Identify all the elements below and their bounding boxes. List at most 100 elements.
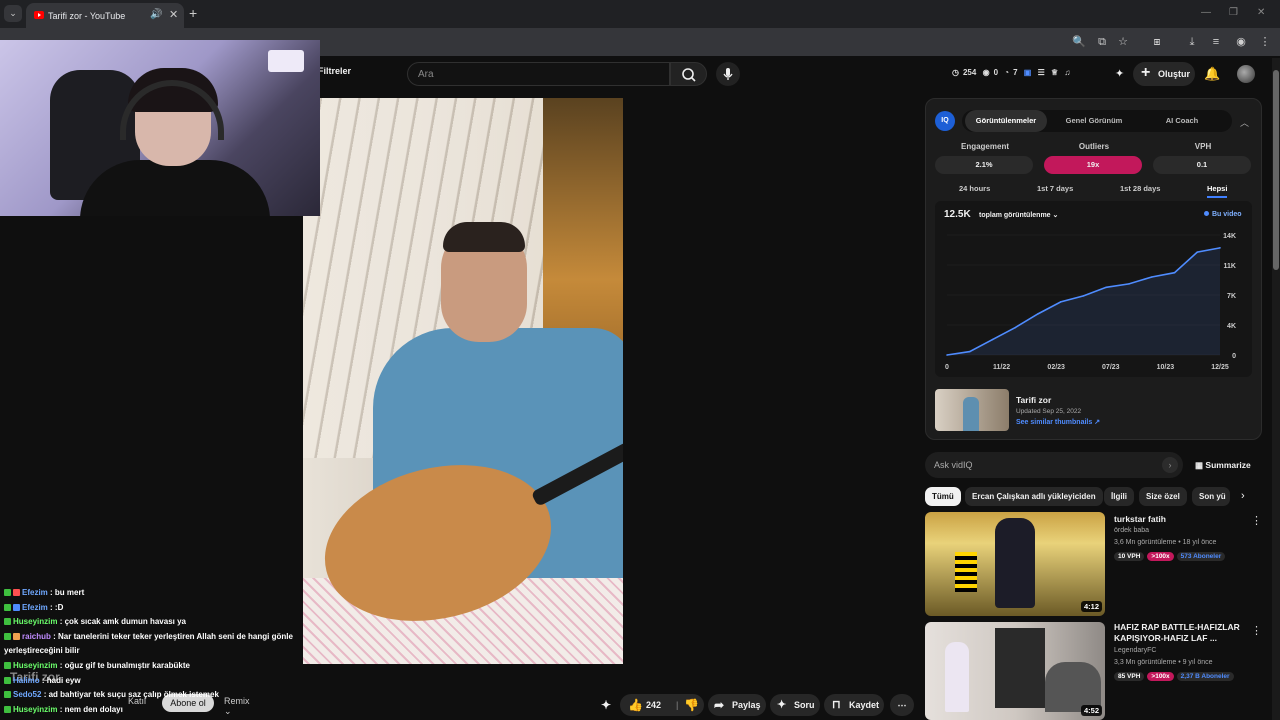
legend-label: Bu video: [1212, 211, 1242, 218]
chevron-right-icon[interactable]: ›: [1241, 490, 1245, 502]
chart-point: [1219, 247, 1221, 249]
plus-icon: +: [1141, 64, 1151, 81]
recommendation-channel[interactable]: LegendaryFC: [1114, 647, 1156, 654]
tab-overview[interactable]: Genel Görünüm: [1054, 110, 1134, 132]
range-all[interactable]: Hepsi: [1207, 184, 1228, 198]
vidiq-header-stats: ◷ 254 ◉ 0 ◔ 7 ▣ ☰ ♕ ♫: [952, 68, 1074, 77]
vidiq-badge-icon[interactable]: ▣: [1024, 68, 1032, 77]
new-tab-button[interactable]: +: [189, 5, 197, 21]
summarize-label: Summarize: [1205, 460, 1251, 470]
ask-vidiq-input[interactable]: Ask vidIQ ›: [925, 452, 1183, 478]
similar-thumbnails-link[interactable]: See similar thumbnails ↗: [1016, 418, 1100, 426]
speaker-icon[interactable]: 🔊: [150, 9, 162, 20]
chip-from-uploader[interactable]: Ercan Çalışkan adlı yükleyiciden: [965, 487, 1103, 506]
zoom-icon[interactable]: 🔍: [1071, 34, 1087, 50]
account-avatar[interactable]: [1237, 65, 1255, 83]
dislike-icon[interactable]: 👎: [684, 694, 699, 716]
recommendation-badges: 85 VPH >100x 2,37 B Aboneler: [1114, 672, 1237, 681]
range-24h[interactable]: 24 hours: [959, 184, 990, 193]
tab-views[interactable]: Görüntülenmeler: [965, 110, 1047, 132]
browser-menu-icon[interactable]: ⋮: [1257, 34, 1273, 50]
ask-label: Soru: [794, 700, 815, 710]
vidiq-extension-icon[interactable]: ✦: [1115, 67, 1124, 80]
trophy-icon[interactable]: ♕: [1051, 68, 1058, 77]
tab-search-button[interactable]: ⌄: [4, 5, 22, 22]
more-vert-icon[interactable]: ⋮: [1251, 624, 1262, 637]
recommendation-thumbnail[interactable]: 4:52: [925, 622, 1105, 720]
chip-for-you[interactable]: Size özel: [1139, 487, 1187, 506]
outlier-badge: >100x: [1147, 552, 1174, 561]
tab-title: Tarifi zor - YouTube: [48, 11, 126, 21]
chat-username: Efezim: [22, 588, 48, 597]
recommendation-title[interactable]: turkstar fatih: [1114, 514, 1254, 525]
chat-username: Efezim: [22, 602, 48, 612]
chip-related[interactable]: İlgili: [1104, 487, 1134, 506]
window-close-button[interactable]: ✕: [1257, 7, 1265, 18]
video-player[interactable]: [303, 98, 623, 664]
ask-button[interactable]: ✦ Soru: [770, 694, 820, 716]
chip-recent[interactable]: Son yü: [1192, 487, 1230, 506]
vidiq-tabs: Görüntülenmeler Genel Görünüm AI Coach: [962, 110, 1232, 132]
notification-small-icon[interactable]: ♫: [1064, 68, 1070, 77]
save-button[interactable]: ⊓ Kaydet: [824, 694, 884, 716]
more-vert-icon[interactable]: ⋮: [1251, 514, 1262, 527]
tab-close-icon[interactable]: ✕: [169, 8, 178, 21]
search-icon: [682, 68, 696, 82]
tab-ai-coach[interactable]: AI Coach: [1142, 110, 1222, 132]
chat-username: Halimo: [13, 675, 40, 685]
send-arrow-icon[interactable]: ›: [1162, 457, 1178, 473]
page-scrollbar[interactable]: [1272, 58, 1280, 720]
chart-point: [1082, 295, 1085, 297]
install-app-icon[interactable]: ⧉: [1094, 34, 1110, 50]
search-input[interactable]: Ara: [407, 62, 670, 86]
vidiq-sparkle-icon[interactable]: ✦: [601, 698, 611, 712]
chat-line: Halimo : hadi eyw: [0, 674, 318, 689]
share-button[interactable]: ➦ Paylaş: [708, 694, 766, 716]
thumbnail-panel: [995, 628, 1045, 708]
filters-button[interactable]: Filtreler: [318, 66, 351, 76]
video-duration: 4:52: [1080, 705, 1102, 716]
recommendation-item[interactable]: 4:52 HAFIZ RAP BATTLE-HAFIZLAR KAPIŞIYOR…: [925, 622, 1270, 720]
list-icon[interactable]: ☰: [1038, 68, 1045, 77]
range-7-days[interactable]: 1st 7 days: [1037, 184, 1073, 193]
download-icon[interactable]: ⤓: [1184, 34, 1200, 50]
share-icon: ➦: [714, 698, 725, 712]
browser-tab[interactable]: Tarifi zor - YouTube 🔊 ✕: [26, 3, 184, 28]
reading-list-icon[interactable]: ≡: [1208, 34, 1224, 50]
like-count[interactable]: 242: [646, 694, 661, 716]
collapse-icon[interactable]: ︿: [1240, 116, 1249, 129]
chat-line: Huseyinzim : oğuz gif te bunalmıştır kar…: [0, 659, 318, 674]
recommendation-channel[interactable]: ördek baba: [1114, 527, 1149, 534]
chat-line: Efezim : :D: [0, 601, 318, 616]
share-label: Paylaş: [732, 700, 761, 710]
profile-icon[interactable]: ◉: [1233, 34, 1249, 50]
bookmark-star-icon[interactable]: ☆: [1115, 34, 1131, 50]
scrollbar-thumb[interactable]: [1273, 70, 1279, 270]
voice-search-button[interactable]: [716, 62, 740, 86]
chart-point: [1150, 276, 1153, 278]
maximize-button[interactable]: ❐: [1229, 7, 1238, 18]
sparkle-icon: ✦: [777, 699, 787, 711]
more-actions-button[interactable]: ⋯: [890, 694, 914, 716]
video-person-hair: [443, 222, 525, 252]
like-icon[interactable]: 👍: [628, 694, 643, 716]
notifications-bell-icon[interactable]: 🔔: [1204, 66, 1220, 82]
chart-point: [1059, 301, 1062, 303]
metric-selector[interactable]: toplam görüntülenme ⌄: [979, 211, 1058, 219]
chip-all[interactable]: Tümü: [925, 487, 961, 506]
range-28-days[interactable]: 1st 28 days: [1120, 184, 1160, 193]
views-chart: 12.5K toplam görüntülenme ⌄ Bu video 0 4K…: [935, 201, 1252, 377]
video-thumbnail[interactable]: [935, 389, 1009, 431]
recommendation-thumbnail[interactable]: 4:12: [925, 512, 1105, 616]
recommendation-item[interactable]: 4:12 turkstar fatih ördek baba 3,6 Mn gö…: [925, 512, 1270, 618]
youtube-favicon-icon: [34, 11, 44, 19]
outlier-badge: >100x: [1147, 672, 1174, 681]
create-button[interactable]: + Oluştur: [1133, 62, 1195, 86]
recommendation-title[interactable]: HAFIZ RAP BATTLE-HAFIZLAR KAPIŞIYOR-HAFI…: [1114, 622, 1254, 644]
summarize-button[interactable]: ▦ Summarize: [1195, 460, 1251, 471]
chart-point: [991, 338, 994, 341]
extensions-icon[interactable]: ⧆: [1149, 34, 1165, 50]
search-button[interactable]: [670, 62, 707, 86]
minimize-button[interactable]: —: [1201, 7, 1211, 18]
chat-username: Sedo52: [13, 690, 42, 700]
